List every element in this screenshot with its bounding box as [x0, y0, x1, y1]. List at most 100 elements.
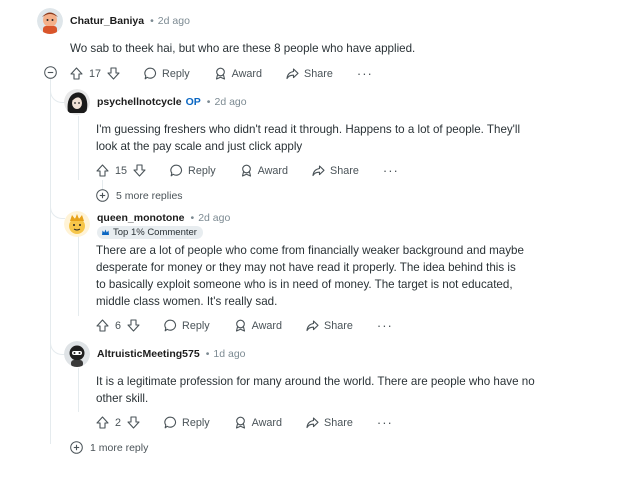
thread-elbow-queen [50, 190, 65, 219]
upvote-icon[interactable] [96, 416, 109, 429]
reply-label: Reply [182, 416, 210, 429]
collapse-icon[interactable] [44, 66, 57, 79]
thread-elbow-altruistic [50, 330, 65, 355]
thread-line-altruistic [78, 368, 79, 412]
reply-icon [170, 164, 183, 177]
flair-icon [102, 229, 109, 235]
avatar[interactable] [64, 211, 90, 237]
vote-count: 6 [115, 319, 122, 332]
share-label: Share [324, 319, 353, 332]
vote-count: 17 [89, 67, 102, 80]
share-icon [286, 68, 299, 80]
more-options-button[interactable]: ··· [377, 415, 393, 430]
thread-line-queen [78, 236, 79, 316]
share-button[interactable]: Share [286, 67, 333, 80]
award-icon [235, 319, 245, 332]
flair-label: Top 1% Commenter [113, 227, 197, 238]
reply-icon [164, 319, 177, 332]
avatar[interactable] [64, 89, 90, 115]
comment-actions: 15 Reply Award Share ··· [96, 163, 399, 178]
username[interactable]: Chatur_Baniya [70, 15, 144, 27]
thread-line-root [50, 82, 51, 444]
reply-icon [164, 416, 177, 429]
award-label: Award [251, 416, 283, 429]
vote-controls: 15 [96, 164, 146, 177]
expand-icon [70, 441, 83, 454]
downvote-icon[interactable] [107, 67, 120, 80]
comment-header: AltruisticMeeting575 • 1d ago [97, 348, 246, 360]
user-flair: Top 1% Commenter [97, 226, 203, 239]
expand-icon [96, 189, 109, 202]
upvote-icon[interactable] [96, 319, 109, 332]
award-label: Award [251, 319, 283, 332]
share-label: Share [304, 67, 333, 80]
downvote-icon[interactable] [133, 164, 146, 177]
timestamp: 2d ago [157, 15, 190, 27]
share-icon [306, 417, 319, 429]
reply-icon [144, 67, 157, 80]
username[interactable]: queen_monotone [97, 212, 185, 224]
separator-dot: • [205, 348, 210, 360]
comment-actions: 2 Reply Award Share ··· [96, 415, 393, 430]
timestamp: 2d ago [214, 96, 247, 108]
separator-dot: • [206, 96, 211, 108]
comment-actions: 6 Reply Award Share ··· [96, 318, 393, 333]
more-replies-label: 1 more reply [90, 441, 149, 454]
more-replies-button[interactable]: 1 more reply [70, 441, 148, 454]
share-icon [312, 165, 325, 177]
username[interactable]: psychellnotcycle [97, 96, 182, 108]
thread-line-psychell [78, 116, 79, 180]
comment-header: Chatur_Baniya • 2d ago [70, 15, 190, 27]
vote-controls: 6 [96, 319, 140, 332]
comment-header: psychellnotcycle OP • 2d ago [97, 96, 247, 108]
thread-elbow-psychell [50, 78, 65, 103]
timestamp: 1d ago [213, 348, 246, 360]
award-icon [235, 416, 245, 429]
comment-text: I'm guessing freshers who didn't read it… [96, 123, 521, 153]
award-label: Award [257, 164, 289, 177]
comment-text: It is a legitimate profession for many a… [96, 375, 535, 405]
more-options-button[interactable]: ··· [377, 318, 393, 333]
comment-actions: 17 Reply Award Share ··· [70, 66, 373, 81]
separator-dot: • [190, 212, 195, 224]
share-label: Share [330, 164, 359, 177]
reply-button[interactable]: Reply [164, 319, 210, 332]
reply-button[interactable]: Reply [144, 67, 190, 80]
more-options-button[interactable]: ··· [383, 163, 399, 178]
award-label: Award [231, 67, 263, 80]
comment-text: Wo sab to theek hai, but who are these 8… [70, 42, 416, 55]
award-button[interactable]: Award [214, 67, 262, 80]
award-button[interactable]: Award [234, 319, 282, 332]
upvote-icon[interactable] [70, 67, 83, 80]
share-button[interactable]: Share [306, 416, 353, 429]
avatar[interactable] [64, 341, 90, 367]
comment-text: There are a lot of people who come from … [96, 244, 524, 308]
more-options-button[interactable]: ··· [357, 66, 373, 81]
vote-count: 15 [115, 164, 128, 177]
vote-controls: 17 [70, 67, 120, 80]
reply-button[interactable]: Reply [170, 164, 216, 177]
award-icon [215, 67, 225, 80]
timestamp: 2d ago [198, 212, 231, 224]
more-replies-button[interactable]: 5 more replies [96, 189, 183, 202]
comment-header: queen_monotone • 2d ago [97, 212, 230, 224]
award-icon [241, 164, 251, 177]
reply-label: Reply [162, 67, 190, 80]
vote-controls: 2 [96, 416, 140, 429]
share-icon [306, 320, 319, 332]
reply-label: Reply [182, 319, 210, 332]
award-button[interactable]: Award [234, 416, 282, 429]
username[interactable]: AltruisticMeeting575 [97, 348, 200, 360]
share-button[interactable]: Share [306, 319, 353, 332]
award-button[interactable]: Award [240, 164, 288, 177]
share-button[interactable]: Share [312, 164, 359, 177]
downvote-icon[interactable] [127, 319, 140, 332]
upvote-icon[interactable] [96, 164, 109, 177]
op-badge: OP [185, 96, 201, 108]
share-label: Share [324, 416, 353, 429]
downvote-icon[interactable] [127, 416, 140, 429]
avatar[interactable] [37, 8, 63, 34]
reply-button[interactable]: Reply [164, 416, 210, 429]
vote-count: 2 [115, 416, 122, 429]
more-replies-label: 5 more replies [116, 189, 183, 202]
